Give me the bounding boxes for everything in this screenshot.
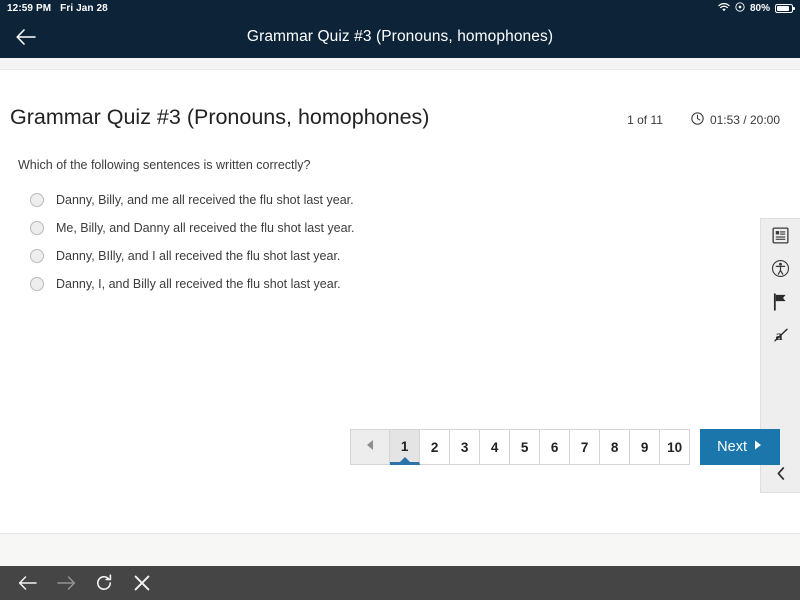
quiz-timer: 01:53 / 20:00 bbox=[691, 112, 780, 128]
pagination-page-2[interactable]: 2 bbox=[420, 429, 451, 465]
triangle-right-icon bbox=[753, 439, 763, 455]
status-bar: 12:59 PM Fri Jan 28 80% bbox=[0, 0, 800, 16]
content-footer-band bbox=[0, 533, 800, 566]
pagination-page-10[interactable]: 10 bbox=[660, 429, 691, 465]
battery-icon bbox=[775, 3, 795, 13]
answer-option-label: Danny, Billy, and me all received the fl… bbox=[56, 193, 354, 207]
pagination-prev-button[interactable] bbox=[350, 429, 391, 465]
answer-option[interactable]: Me, Billy, and Danny all received the fl… bbox=[30, 214, 730, 242]
orientation-lock-icon bbox=[735, 1, 745, 15]
app-bar: Grammar Quiz #3 (Pronouns, homophones) bbox=[0, 16, 800, 58]
next-button[interactable]: Next bbox=[700, 429, 780, 465]
reload-icon[interactable] bbox=[92, 571, 116, 595]
flag-icon[interactable] bbox=[761, 285, 800, 318]
question-text: Which of the following sentences is writ… bbox=[18, 158, 311, 172]
pagination-page-5[interactable]: 5 bbox=[510, 429, 541, 465]
answer-option-label: Me, Billy, and Danny all received the fl… bbox=[56, 221, 355, 235]
pagination-numbers: 1 2 3 4 5 6 7 8 9 10 bbox=[390, 429, 691, 465]
pagination-page-4[interactable]: 4 bbox=[480, 429, 511, 465]
status-bar-left: 12:59 PM Fri Jan 28 bbox=[7, 3, 108, 14]
battery-percent: 80% bbox=[749, 2, 770, 14]
status-bar-time: 12:59 PM bbox=[7, 2, 52, 14]
pagination-page-8[interactable]: 8 bbox=[600, 429, 631, 465]
header-divider-band bbox=[0, 58, 800, 70]
status-bar-date: Fri Jan 28 bbox=[60, 2, 108, 14]
pagination-page-1[interactable]: 1 bbox=[390, 429, 421, 465]
radio-button[interactable] bbox=[30, 221, 44, 235]
answer-option[interactable]: Danny, Billy, and me all received the fl… bbox=[30, 186, 730, 214]
quiz-meta: 1 of 11 01:53 / 20:00 bbox=[627, 112, 780, 128]
tablet-screen: 12:59 PM Fri Jan 28 80% Grammar Quiz #3 … bbox=[0, 0, 800, 600]
chevron-left-icon bbox=[777, 467, 785, 485]
arrow-left-icon[interactable] bbox=[16, 571, 40, 595]
wifi-icon bbox=[718, 2, 730, 15]
accessibility-icon[interactable] bbox=[761, 252, 800, 285]
quiz-header-row: Grammar Quiz #3 (Pronouns, homophones) 1… bbox=[10, 105, 780, 130]
answer-options: Danny, Billy, and me all received the fl… bbox=[30, 186, 730, 298]
radio-button[interactable] bbox=[30, 249, 44, 263]
radio-button[interactable] bbox=[30, 277, 44, 291]
browser-toolbar bbox=[0, 566, 800, 600]
next-button-label: Next bbox=[717, 439, 747, 455]
close-x-icon[interactable] bbox=[130, 571, 154, 595]
quiz-content: Grammar Quiz #3 (Pronouns, homophones) 1… bbox=[0, 70, 800, 533]
reference-sheet-icon[interactable] bbox=[761, 219, 800, 252]
triangle-left-icon bbox=[365, 438, 375, 456]
clock-icon bbox=[691, 112, 704, 128]
timer-value: 01:53 / 20:00 bbox=[709, 113, 780, 127]
app-bar-title: Grammar Quiz #3 (Pronouns, homophones) bbox=[246, 28, 554, 45]
status-bar-right: 80% bbox=[718, 1, 795, 15]
arrow-right-icon[interactable] bbox=[54, 571, 78, 595]
question-progress: 1 of 11 bbox=[627, 113, 663, 127]
answer-option[interactable]: Danny, I, and Billy all received the flu… bbox=[30, 270, 730, 298]
pagination-page-9[interactable]: 9 bbox=[630, 429, 661, 465]
pagination-page-6[interactable]: 6 bbox=[540, 429, 571, 465]
strikethrough-answer-icon[interactable]: a bbox=[761, 318, 800, 351]
radio-button[interactable] bbox=[30, 193, 44, 207]
answer-option[interactable]: Danny, BIlly, and I all received the flu… bbox=[30, 242, 730, 270]
pagination-page-7[interactable]: 7 bbox=[570, 429, 601, 465]
answer-option-label: Danny, BIlly, and I all received the flu… bbox=[56, 249, 341, 263]
pagination-page-3[interactable]: 3 bbox=[450, 429, 481, 465]
answer-option-label: Danny, I, and Billy all received the flu… bbox=[56, 277, 341, 291]
pagination: 1 2 3 4 5 6 7 8 9 10 Next bbox=[350, 429, 780, 465]
page-title: Grammar Quiz #3 (Pronouns, homophones) bbox=[10, 105, 430, 129]
back-arrow-icon[interactable] bbox=[0, 16, 52, 58]
